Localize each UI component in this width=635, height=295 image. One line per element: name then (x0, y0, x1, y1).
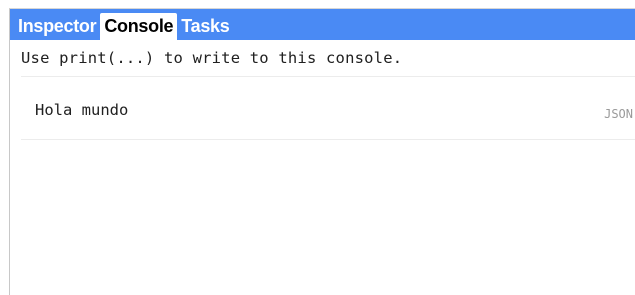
divider (21, 139, 635, 140)
json-toggle-button[interactable]: JSON (604, 107, 633, 121)
console-entry: Hola mundo JSON (10, 77, 635, 139)
tab-bar: Inspector Console Tasks (10, 9, 635, 40)
console-hint: Use print(...) to write to this console. (21, 49, 403, 67)
console-entry-text: Hola mundo (35, 101, 129, 119)
tab-console[interactable]: Console (100, 13, 178, 40)
tab-tasks[interactable]: Tasks (177, 13, 233, 40)
tab-inspector[interactable]: Inspector (14, 13, 100, 40)
console-panel: Inspector Console Tasks Use print(...) t… (9, 8, 635, 295)
